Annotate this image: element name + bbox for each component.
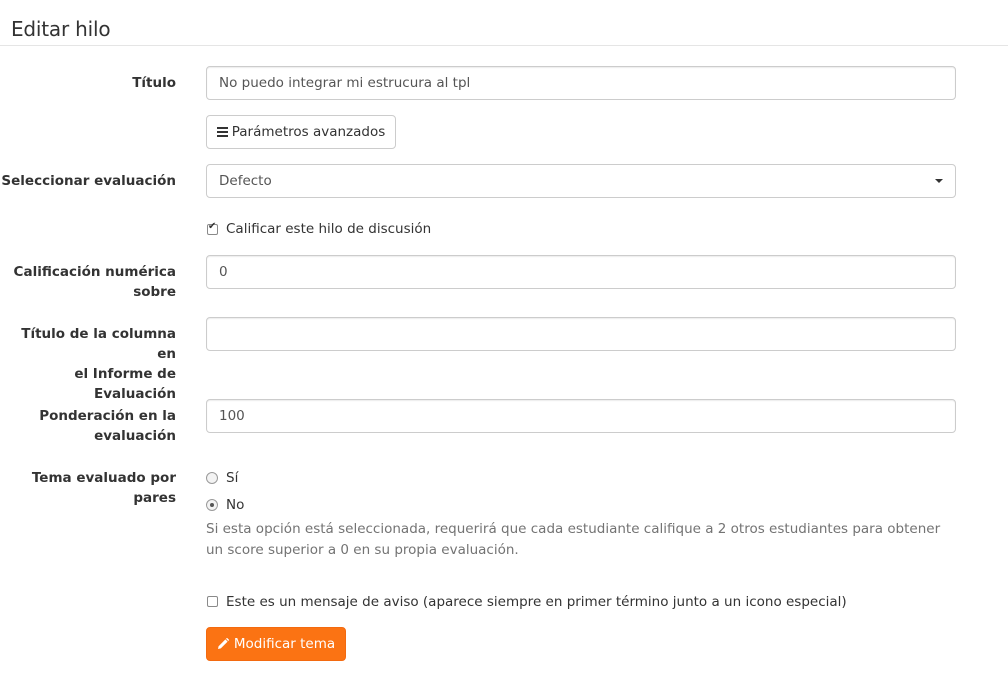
peer-review-radio-yes-label: Sí	[226, 470, 239, 486]
sticky-message-checkbox-label: Este es un mensaje de aviso (aparece sie…	[226, 594, 847, 610]
peer-review-help-text: Si esta opción está seleccionada, requer…	[206, 521, 941, 558]
column-title-input[interactable]	[206, 317, 956, 351]
peer-review-radio-no[interactable]	[206, 499, 218, 511]
title-input[interactable]	[206, 66, 956, 100]
advanced-params-label: Parámetros avanzados	[231, 124, 386, 140]
bars-icon	[216, 127, 228, 137]
caret-down-icon	[935, 179, 943, 183]
weight-label-line2: evaluación	[94, 428, 176, 444]
weight-label: Ponderación en la evaluación	[39, 406, 176, 446]
column-title-label-line3: Evaluación	[94, 386, 176, 402]
evaluation-selected-value: Defecto	[219, 173, 272, 189]
qualify-checkbox[interactable]	[207, 221, 218, 235]
evaluation-label: Seleccionar evaluación	[1, 173, 176, 189]
evaluation-select[interactable]: Defecto	[206, 164, 956, 198]
peer-review-label-line1: Tema evaluado por	[31, 470, 176, 486]
advanced-params-button[interactable]: Parámetros avanzados	[206, 115, 396, 149]
column-title-label-line2: el Informe de	[74, 366, 176, 382]
numeric-grade-label-line1: Calificación numérica	[13, 264, 176, 280]
page-title: Editar hilo	[11, 17, 111, 41]
qualify-checkbox-label: Calificar este hilo de discusión	[226, 221, 432, 237]
column-title-label: Título de la columna en el Informe de Ev…	[0, 324, 176, 404]
weight-label-line1: Ponderación en la	[39, 408, 176, 424]
weight-input[interactable]	[206, 399, 956, 433]
pencil-icon	[217, 638, 229, 649]
peer-review-radio-no-label: No	[226, 497, 245, 513]
column-title-label-line1: Título de la columna en	[21, 326, 176, 362]
numeric-grade-input[interactable]	[206, 255, 956, 289]
numeric-grade-label: Calificación numérica sobre	[14, 262, 176, 302]
title-label: Título	[132, 75, 176, 91]
peer-review-label: Tema evaluado por pares	[32, 468, 176, 508]
modify-topic-label: Modificar tema	[233, 636, 336, 652]
modify-topic-button[interactable]: Modificar tema	[206, 627, 346, 661]
sticky-message-checkbox[interactable]	[207, 596, 218, 607]
peer-review-label-line2: pares	[133, 490, 176, 506]
peer-review-radio-yes[interactable]	[206, 472, 218, 484]
page-header: Editar hilo	[0, 0, 1008, 46]
numeric-grade-label-line2: sobre	[133, 284, 176, 300]
